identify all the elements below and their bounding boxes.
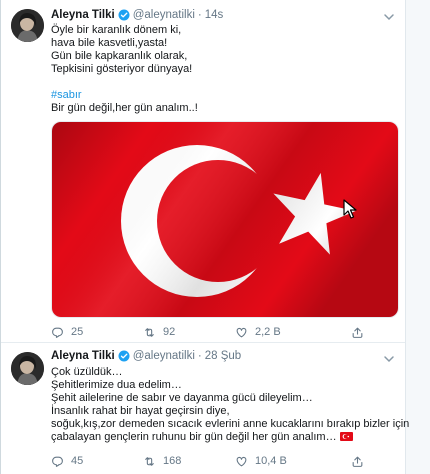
share-button[interactable] xyxy=(351,455,364,468)
reply-icon xyxy=(52,456,63,467)
share-button[interactable] xyxy=(351,326,364,339)
mouse-cursor-icon xyxy=(343,199,357,219)
tweet-text: Çok üzüldük… Şehitlerimize dua edelim… Ş… xyxy=(51,366,410,444)
reply-count: 25 xyxy=(71,326,84,338)
tweet-line-with-emoji: çabalayan gençlerin ruhunu bir gün değil… xyxy=(51,431,391,444)
verified-badge-icon xyxy=(118,350,130,362)
verified-badge-icon xyxy=(118,9,130,21)
tweet-line: İnsanlık rahat bir hayat geçirsin diye, xyxy=(51,405,230,417)
share-icon xyxy=(352,456,363,467)
tweet-line: Şehit ailelerine de sabır ve dayanma güc… xyxy=(51,392,313,404)
avatar[interactable] xyxy=(11,352,44,385)
reply-count: 45 xyxy=(71,455,84,467)
share-icon xyxy=(352,327,363,338)
tweet-header: Aleyna Tilki @aleynatilki · 28 Şub xyxy=(51,350,371,362)
tweet-line: Tepkisini gösteriyor dünyaya! xyxy=(51,63,193,75)
turkish-flag-image[interactable] xyxy=(51,121,399,318)
like-count: 2,2 B xyxy=(255,326,281,338)
tweet-header: Aleyna Tilki @aleynatilki · 14s xyxy=(51,9,371,21)
avatar[interactable] xyxy=(11,9,44,42)
hashtag-link[interactable]: #sabır xyxy=(51,89,391,102)
retweet-count: 92 xyxy=(163,326,176,338)
like-count: 10,4 B xyxy=(255,455,287,467)
sidebar-edge xyxy=(406,0,430,474)
author-handle[interactable]: @aleynatilki xyxy=(133,9,195,21)
chevron-down-icon[interactable] xyxy=(383,10,395,22)
reply-button[interactable]: 25 xyxy=(51,326,143,339)
tweet-line: Bir gün değil,her gün analım..! xyxy=(51,102,198,114)
tweet[interactable]: Aleyna Tilki @aleynatilki · 14s Öyle bir… xyxy=(1,0,405,342)
tweet-line: Öyle bir karanlık dönem ki, xyxy=(51,24,182,36)
tweet-line: Gün bile kapkaranlık olarak, xyxy=(51,50,188,62)
tweet-actions: 45 168 10,4 B xyxy=(51,453,391,469)
like-button[interactable]: 2,2 B xyxy=(235,326,327,339)
tweet-line: Çok üzüldük… xyxy=(51,366,123,378)
author-name[interactable]: Aleyna Tilki xyxy=(51,350,115,362)
retweet-icon xyxy=(145,456,154,466)
separator-dot: · xyxy=(197,350,202,363)
author-handle[interactable]: @aleynatilki xyxy=(133,350,195,362)
reply-button[interactable]: 45 xyxy=(51,455,143,468)
tweet-line: Şehitlerimize dua edelim… xyxy=(51,379,182,391)
like-icon xyxy=(236,327,247,337)
tweet-line: çabalayan gençlerin ruhunu bir gün değil… xyxy=(51,431,337,443)
tweet[interactable]: Aleyna Tilki @aleynatilki · 28 Şub Çok ü… xyxy=(1,342,410,474)
like-button[interactable]: 10,4 B xyxy=(235,455,327,468)
turkish-flag-emoji xyxy=(339,432,353,441)
retweet-count: 168 xyxy=(163,455,182,467)
tweet-text: Öyle bir karanlık dönem ki, hava bile ka… xyxy=(51,24,391,115)
separator-dot: · xyxy=(197,9,202,22)
tweet-timestamp[interactable]: 28 Şub xyxy=(205,350,241,362)
author-name[interactable]: Aleyna Tilki xyxy=(51,9,115,21)
reply-icon xyxy=(52,327,63,338)
chevron-down-icon[interactable] xyxy=(383,352,395,364)
like-icon xyxy=(236,456,247,466)
tweet-line: hava bile kasvetli,yasta! xyxy=(51,37,168,49)
tweet-actions: 25 92 2,2 B xyxy=(51,324,391,340)
retweet-button[interactable]: 92 xyxy=(143,326,235,339)
retweet-icon xyxy=(145,327,154,337)
retweet-button[interactable]: 168 xyxy=(143,455,235,468)
tweet-timestamp[interactable]: 14s xyxy=(205,9,224,21)
tweet-line: soğuk,kış,zor demeden sıcacık evlerini a… xyxy=(51,418,410,430)
